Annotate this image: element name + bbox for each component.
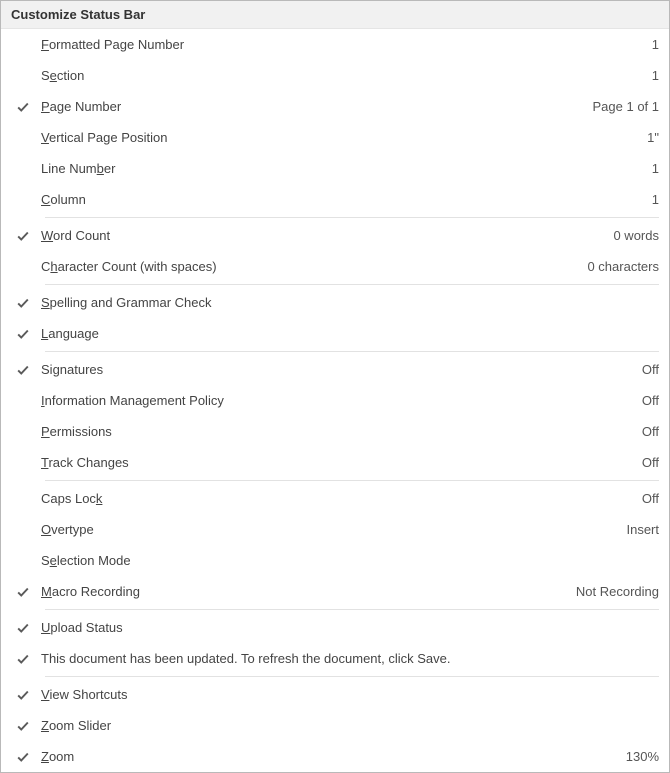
menu-item-permissions[interactable]: PermissionsOff (1, 416, 669, 447)
menu-item-formatted-page-number[interactable]: Formatted Page Number1 (1, 29, 669, 60)
menu-item-view-shortcuts[interactable]: View Shortcuts (1, 679, 669, 710)
checkmark-icon (11, 585, 35, 599)
menu-item-label: Formatted Page Number (35, 37, 642, 52)
menu-item-label: Character Count (with spaces) (35, 259, 577, 274)
menu-item-label: Upload Status (35, 620, 649, 635)
checkmark-icon (11, 327, 35, 341)
menu-item-value: Page 1 of 1 (583, 99, 660, 114)
checkmark-icon (11, 719, 35, 733)
menu-separator (45, 284, 659, 285)
checkmark-icon (11, 652, 35, 666)
menu-item-value: 0 words (603, 228, 659, 243)
menu-item-label: Macro Recording (35, 584, 566, 599)
menu-item-label: Language (35, 326, 649, 341)
menu-item-selection-mode[interactable]: Selection Mode (1, 545, 669, 576)
menu-item-document-updates[interactable]: This document has been updated. To refre… (1, 643, 669, 674)
menu-item-value: 1 (642, 37, 659, 52)
menu-item-value: Off (632, 362, 659, 377)
menu-item-label: Zoom (35, 749, 616, 764)
menu-item-info-mgmt-policy[interactable]: Information Management PolicyOff (1, 385, 669, 416)
checkmark-icon (11, 363, 35, 377)
menu-item-value: Off (632, 455, 659, 470)
menu-item-word-count[interactable]: Word Count0 words (1, 220, 669, 251)
menu-item-value: Not Recording (566, 584, 659, 599)
menu-item-value: 1 (642, 161, 659, 176)
menu-separator (45, 480, 659, 481)
menu-item-label: Vertical Page Position (35, 130, 637, 145)
menu-item-column[interactable]: Column1 (1, 184, 669, 215)
menu-item-vertical-page-position[interactable]: Vertical Page Position1" (1, 122, 669, 153)
menu-item-spelling-grammar[interactable]: Spelling and Grammar Check (1, 287, 669, 318)
menu-item-value: 130% (616, 749, 659, 764)
menu-separator (45, 351, 659, 352)
menu-item-label: Line Number (35, 161, 642, 176)
menu-item-label: Overtype (35, 522, 616, 537)
menu-separator (45, 609, 659, 610)
menu-item-section[interactable]: Section1 (1, 60, 669, 91)
menu-item-value: 0 characters (577, 259, 659, 274)
menu-item-overtype[interactable]: OvertypeInsert (1, 514, 669, 545)
menu-item-label: Track Changes (35, 455, 632, 470)
checkmark-icon (11, 296, 35, 310)
checkmark-icon (11, 100, 35, 114)
menu-item-value: 1 (642, 68, 659, 83)
customize-status-bar-menu: Customize Status Bar Formatted Page Numb… (0, 0, 670, 773)
menu-item-label: View Shortcuts (35, 687, 649, 702)
checkmark-icon (11, 688, 35, 702)
menu-item-value: Insert (616, 522, 659, 537)
menu-item-value: 1" (637, 130, 659, 145)
menu-item-label: Page Number (35, 99, 583, 114)
menu-item-label: Permissions (35, 424, 632, 439)
menu-item-label: This document has been updated. To refre… (35, 651, 649, 666)
menu-item-line-number[interactable]: Line Number1 (1, 153, 669, 184)
menu-item-track-changes[interactable]: Track ChangesOff (1, 447, 669, 478)
menu-item-character-count[interactable]: Character Count (with spaces)0 character… (1, 251, 669, 282)
menu-item-value: Off (632, 491, 659, 506)
checkmark-icon (11, 229, 35, 243)
menu-item-value: Off (632, 424, 659, 439)
menu-title: Customize Status Bar (1, 1, 669, 29)
menu-item-label: Caps Lock (35, 491, 632, 506)
menu-item-label: Zoom Slider (35, 718, 649, 733)
menu-item-label: Information Management Policy (35, 393, 632, 408)
menu-separator (45, 217, 659, 218)
menu-item-label: Column (35, 192, 642, 207)
menu-item-upload-status[interactable]: Upload Status (1, 612, 669, 643)
menu-item-label: Section (35, 68, 642, 83)
menu-item-label: Spelling and Grammar Check (35, 295, 649, 310)
menu-item-label: Selection Mode (35, 553, 649, 568)
checkmark-icon (11, 750, 35, 764)
menu-item-page-number[interactable]: Page NumberPage 1 of 1 (1, 91, 669, 122)
menu-item-signatures[interactable]: SignaturesOff (1, 354, 669, 385)
menu-item-label: Word Count (35, 228, 603, 243)
menu-item-macro-recording[interactable]: Macro RecordingNot Recording (1, 576, 669, 607)
menu-item-label: Signatures (35, 362, 632, 377)
menu-item-value: 1 (642, 192, 659, 207)
menu-item-value: Off (632, 393, 659, 408)
menu-separator (45, 676, 659, 677)
menu-item-caps-lock[interactable]: Caps LockOff (1, 483, 669, 514)
checkmark-icon (11, 621, 35, 635)
menu-item-zoom-slider[interactable]: Zoom Slider (1, 710, 669, 741)
menu-item-language[interactable]: Language (1, 318, 669, 349)
menu-item-zoom[interactable]: Zoom130% (1, 741, 669, 772)
